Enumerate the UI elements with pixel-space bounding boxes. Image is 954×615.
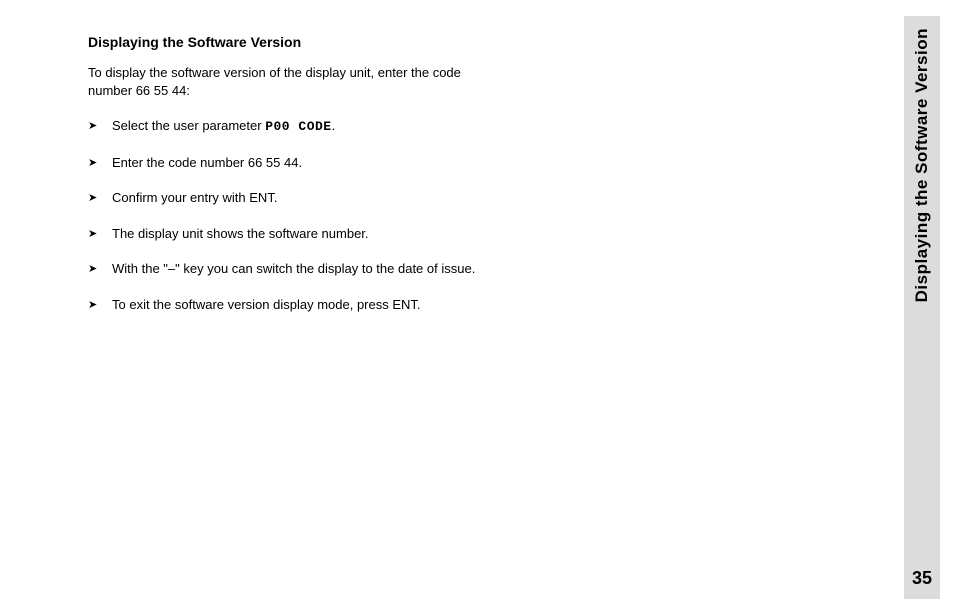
list-item: ➤ The display unit shows the software nu… (88, 225, 548, 243)
side-tab: Displaying the Software Version 35 (904, 16, 940, 599)
page-number: 35 (912, 568, 932, 589)
step-text: Select the user parameter P00 CODE. (112, 118, 335, 133)
bullet-icon: ➤ (88, 119, 96, 134)
step-text: Enter the code number 66 55 44. (112, 155, 302, 170)
step-text: To exit the software version display mod… (112, 297, 421, 312)
list-item: ➤ Select the user parameter P00 CODE. (88, 117, 548, 136)
bullet-icon: ➤ (88, 262, 96, 277)
bullet-icon: ➤ (88, 227, 96, 242)
step-list: ➤ Select the user parameter P00 CODE. ➤ … (88, 117, 600, 313)
section-heading: Displaying the Software Version (88, 34, 600, 50)
list-item: ➤ To exit the software version display m… (88, 296, 548, 314)
side-tab-title: Displaying the Software Version (912, 28, 932, 302)
step-text: With the "–" key you can switch the disp… (112, 261, 475, 276)
step-text: The display unit shows the software numb… (112, 226, 369, 241)
bullet-icon: ➤ (88, 298, 96, 313)
intro-paragraph: To display the software version of the d… (88, 64, 508, 99)
list-item: ➤ With the "–" key you can switch the di… (88, 260, 548, 278)
step-text: Confirm your entry with ENT. (112, 190, 277, 205)
list-item: ➤ Confirm your entry with ENT. (88, 189, 548, 207)
bullet-icon: ➤ (88, 191, 96, 206)
bullet-icon: ➤ (88, 156, 96, 171)
main-content: Displaying the Software Version To displ… (0, 0, 600, 313)
list-item: ➤ Enter the code number 66 55 44. (88, 154, 548, 172)
